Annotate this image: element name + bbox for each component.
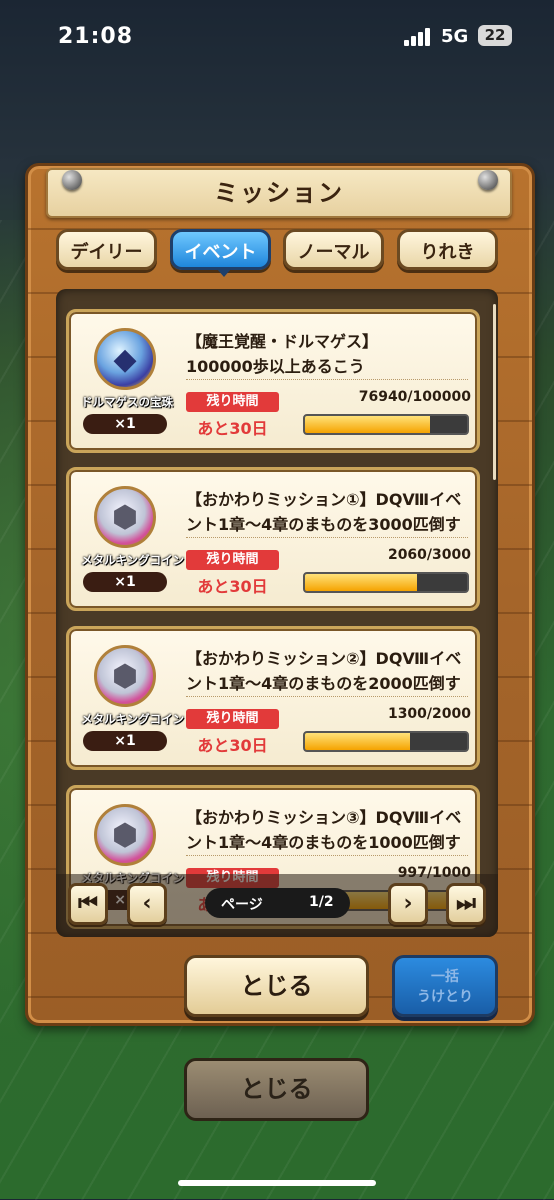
close-button-background: とじる xyxy=(184,1058,369,1121)
mission-title: 【おかわりミッション②】DQⅧイベ ント1章～4章のまものを2000匹倒す xyxy=(186,649,462,693)
tab-normal[interactable]: ノーマル xyxy=(283,229,384,270)
mission-title: 【魔王覚醒・ドルマゲス】 100000歩以上あるこう xyxy=(186,332,379,376)
prev-page-button[interactable]: ‹ xyxy=(127,883,167,925)
progress-bar xyxy=(303,572,469,593)
reward-quantity: ×1 xyxy=(83,414,167,434)
divider xyxy=(186,537,468,538)
reward-name: メタルキングコイン xyxy=(81,553,185,567)
collect-all-button[interactable]: 一括 うけとり xyxy=(392,955,498,1017)
page-label: ページ xyxy=(221,897,263,913)
title-plate: ミッション xyxy=(46,168,512,218)
progress-bar xyxy=(303,731,469,752)
progress-fill xyxy=(305,574,417,591)
reward-name: メタルキングコイン xyxy=(81,712,185,726)
pin-icon xyxy=(62,170,82,190)
close-button[interactable]: とじる xyxy=(184,955,369,1017)
progress-bar xyxy=(303,414,469,435)
mission-card[interactable]: ⬢ メタルキングコイン ×1 【おかわりミッション①】DQⅧイベ ント1章～4章… xyxy=(66,467,480,611)
mission-card[interactable]: ⬢ メタルキングコイン ×1 【おかわりミッション②】DQⅧイベ ント1章～4章… xyxy=(66,626,480,770)
last-page-button[interactable]: ⏭ xyxy=(446,883,486,925)
remaining-days: あと30日 xyxy=(197,577,268,596)
remaining-days: あと30日 xyxy=(197,736,268,755)
divider xyxy=(186,855,468,856)
remaining-time-badge: 残り時間 xyxy=(186,392,279,412)
reward-item: ⬢ メタルキングコイン ×1 xyxy=(81,482,185,594)
reward-name: ドルマゲスの宝珠 xyxy=(81,395,173,409)
coin-icon: ⬢ xyxy=(94,486,156,548)
remaining-time-badge: 残り時間 xyxy=(186,550,279,570)
reward-item: ⬢ メタルキングコイン ×1 xyxy=(81,641,185,753)
page-indicator: ページ 1/2 xyxy=(205,888,350,918)
scrollbar[interactable] xyxy=(493,304,496,480)
tab-daily[interactable]: デイリー xyxy=(56,229,157,270)
status-bar: 21:08 5G 22 xyxy=(0,0,554,78)
divider xyxy=(186,379,468,380)
remaining-days: あと30日 xyxy=(197,419,268,438)
mission-list[interactable]: ◆ ドルマゲスの宝珠 ×1 【魔王覚醒・ドルマゲス】 100000歩以上あるこう… xyxy=(56,289,498,937)
reward-quantity: ×1 xyxy=(83,572,167,592)
network-label: 5G xyxy=(441,26,469,47)
progress-count: 1300/2000 xyxy=(387,706,471,722)
page-number: 1/2 xyxy=(309,894,334,910)
divider xyxy=(186,696,468,697)
tab-event[interactable]: イベント xyxy=(170,229,271,277)
coin-icon: ⬢ xyxy=(94,645,156,707)
home-indicator xyxy=(178,1180,376,1186)
mission-title: 【おかわりミッション③】DQⅧイベ ント1章～4章のまものを1000匹倒す xyxy=(186,808,462,852)
page-title: ミッション xyxy=(214,179,344,207)
progress-count: 76940/100000 xyxy=(358,389,471,405)
progress-count: 2060/3000 xyxy=(387,547,471,563)
mission-title: 【おかわりミッション①】DQⅧイベ ント1章～4章のまものを3000匹倒す xyxy=(186,490,462,534)
pin-icon xyxy=(478,170,498,190)
signal-icon xyxy=(404,28,432,46)
first-page-button[interactable]: ⏮ xyxy=(68,883,108,925)
reward-quantity: ×1 xyxy=(83,731,167,751)
coin-icon: ⬢ xyxy=(94,804,156,866)
tab-history[interactable]: りれき xyxy=(397,229,498,270)
battery-icon: 22 xyxy=(478,25,512,46)
progress-fill xyxy=(305,733,411,750)
status-time: 21:08 xyxy=(58,24,134,49)
mission-card[interactable]: ◆ ドルマゲスの宝珠 ×1 【魔王覚醒・ドルマゲス】 100000歩以上あるこう… xyxy=(66,309,480,453)
remaining-time-badge: 残り時間 xyxy=(186,709,279,729)
orb-icon: ◆ xyxy=(94,328,156,390)
next-page-button[interactable]: › xyxy=(388,883,428,925)
reward-item: ◆ ドルマゲスの宝珠 ×1 xyxy=(81,324,173,436)
progress-fill xyxy=(305,416,430,433)
